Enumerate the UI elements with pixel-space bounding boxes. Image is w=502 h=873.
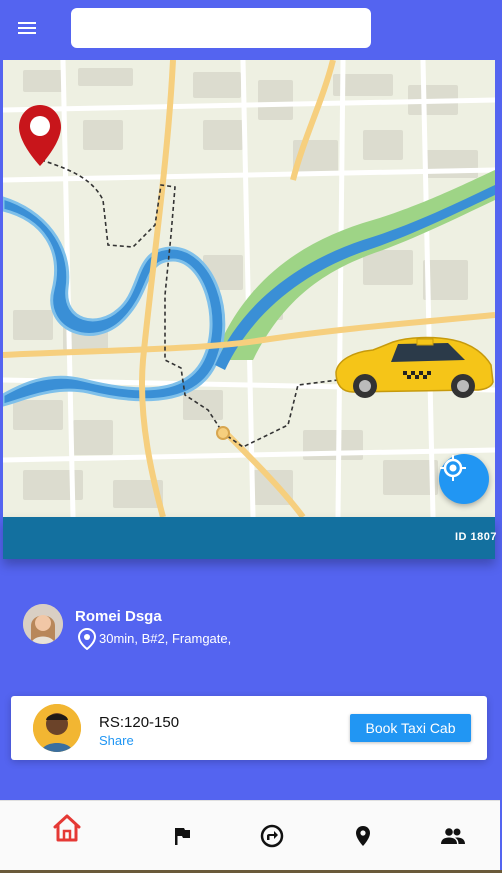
directions-icon xyxy=(260,824,284,848)
nav-directions[interactable] xyxy=(250,801,294,871)
trip-id: ID 1807 xyxy=(454,531,497,543)
menu-button[interactable] xyxy=(12,14,42,42)
home-icon xyxy=(53,814,81,842)
driver-address: 30min, B#2, Framgate, xyxy=(99,631,232,646)
map-view[interactable] xyxy=(3,60,495,517)
location-icon xyxy=(78,628,96,650)
location-pin-icon xyxy=(356,826,370,846)
avatar xyxy=(23,604,63,644)
people-icon xyxy=(441,828,465,844)
map-pin-icon[interactable] xyxy=(19,105,61,166)
nav-home[interactable] xyxy=(44,793,90,863)
taxi-car[interactable] xyxy=(335,336,494,398)
nav-location[interactable] xyxy=(341,801,385,871)
driver-name: Romei Dsga xyxy=(75,608,162,625)
bottom-navigation xyxy=(0,800,500,870)
nav-flag[interactable] xyxy=(160,801,204,871)
avatar xyxy=(33,704,81,752)
fare-card: RS:120-150 Share Book Taxi Cab xyxy=(11,696,487,760)
search-input[interactable] xyxy=(71,8,371,48)
locate-button[interactable] xyxy=(439,454,489,504)
share-link[interactable]: Share xyxy=(99,733,134,748)
map-canvas xyxy=(3,60,495,517)
menu-icon xyxy=(18,22,36,34)
fare-price: RS:120-150 xyxy=(99,714,180,731)
book-taxi-button[interactable]: Book Taxi Cab xyxy=(350,714,471,742)
passenger-avatar[interactable] xyxy=(33,704,81,752)
nav-people[interactable] xyxy=(431,801,475,871)
crosshair-icon xyxy=(440,455,466,481)
flag-icon xyxy=(175,828,190,845)
driver-avatar[interactable] xyxy=(23,604,63,644)
map-footer-strip: ID 1807 xyxy=(3,517,497,559)
